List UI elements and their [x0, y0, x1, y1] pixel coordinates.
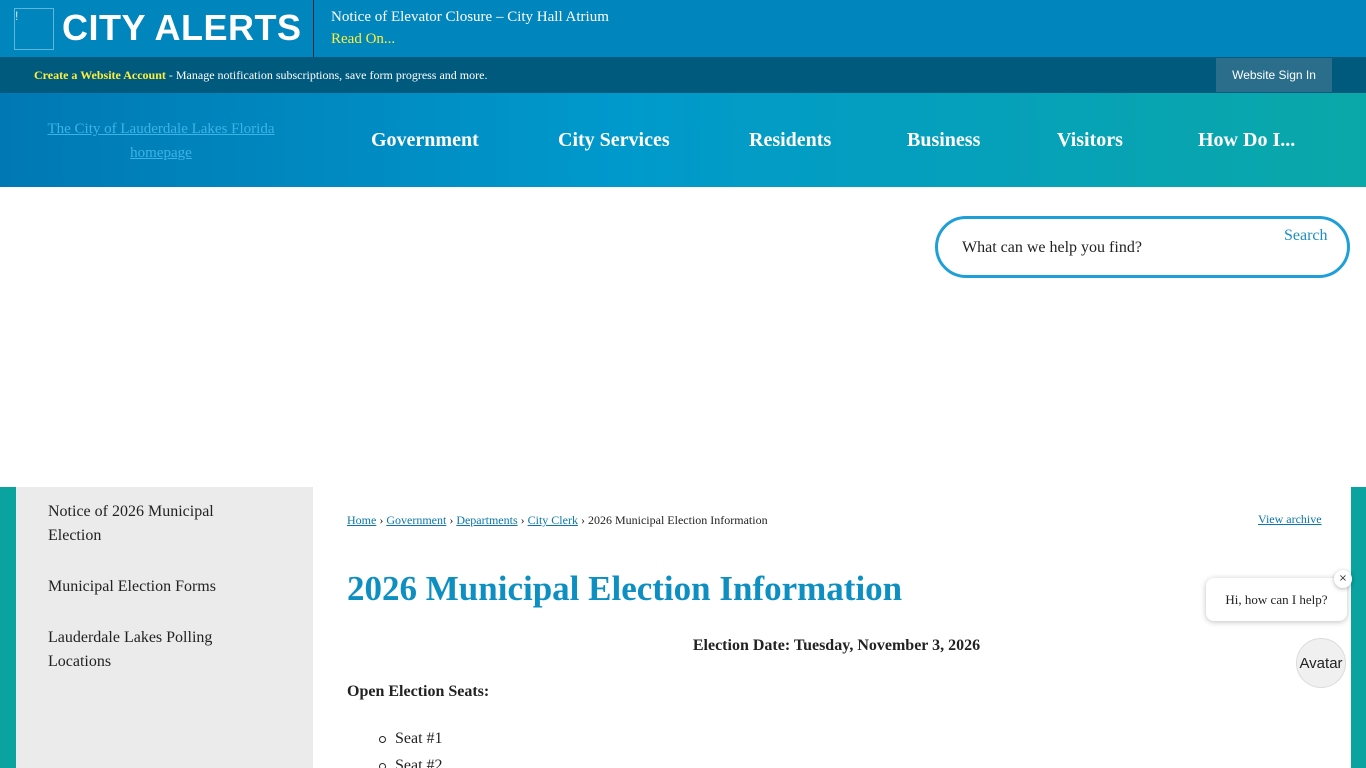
- breadcrumb-city-clerk[interactable]: City Clerk: [528, 513, 578, 527]
- city-logo-link[interactable]: The City of Lauderdale Lakes Florida hom…: [16, 117, 306, 165]
- nav-visitors[interactable]: Visitors: [1057, 129, 1123, 151]
- sidebar-item-forms[interactable]: Municipal Election Forms: [48, 575, 248, 599]
- chat-greeting-bubble[interactable]: Hi, how can I help?: [1206, 578, 1347, 621]
- city-alerts-title[interactable]: CITY ALERTS: [62, 8, 302, 48]
- breadcrumb-home[interactable]: Home: [347, 513, 376, 527]
- sidebar-item-polling[interactable]: Lauderdale Lakes Polling Locations: [48, 626, 248, 674]
- sidebar-nav: Notice of 2026 Municipal Election Munici…: [16, 487, 313, 768]
- city-alerts-bar: ! CITY ALERTS Notice of Elevator Closure…: [0, 0, 1366, 57]
- nav-government[interactable]: Government: [371, 129, 479, 151]
- chat-avatar-button[interactable]: Avatar: [1296, 638, 1346, 688]
- main-navigation: The City of Lauderdale Lakes Florida hom…: [0, 93, 1366, 187]
- search-input[interactable]: [962, 237, 1262, 259]
- breadcrumb-separator: ›: [449, 513, 454, 527]
- open-seats-label: Open Election Seats:: [347, 683, 490, 700]
- alert-divider: [313, 0, 314, 57]
- election-date: Election Date: Tuesday, November 3, 2026: [692, 637, 981, 654]
- account-bar: Create a Website Account - Manage notifi…: [0, 57, 1366, 93]
- create-account-link[interactable]: Create a Website Account: [34, 68, 166, 82]
- nav-residents[interactable]: Residents: [749, 129, 831, 151]
- nav-business[interactable]: Business: [907, 129, 980, 151]
- breadcrumb-government[interactable]: Government: [386, 513, 446, 527]
- site-search: Search: [935, 216, 1350, 278]
- breadcrumb-current: 2026 Municipal Election Information: [587, 513, 768, 527]
- logo-alt-text: The City of Lauderdale Lakes Florida hom…: [47, 121, 275, 161]
- nav-how-do-i[interactable]: How Do I...: [1198, 129, 1295, 151]
- search-button[interactable]: Search: [1284, 227, 1328, 245]
- account-info: Create a Website Account - Manage notifi…: [34, 68, 487, 82]
- sidebar-item-notice[interactable]: Notice of 2026 Municipal Election: [48, 500, 248, 548]
- nav-city-services[interactable]: City Services: [558, 129, 670, 151]
- website-sign-in-button[interactable]: Website Sign In: [1216, 58, 1332, 92]
- breadcrumb-separator: ›: [379, 513, 384, 527]
- view-archive-link[interactable]: View archive: [1258, 511, 1322, 527]
- breadcrumb-separator: ›: [580, 513, 585, 527]
- alert-image-icon: !: [14, 8, 54, 50]
- breadcrumb-departments[interactable]: Departments: [456, 513, 517, 527]
- account-description: - Manage notification subscriptions, sav…: [165, 68, 488, 82]
- close-icon[interactable]: ×: [1334, 570, 1352, 588]
- list-item: Seat #2: [379, 756, 443, 768]
- left-accent-stripe: [0, 487, 16, 768]
- list-item: Seat #1: [379, 730, 443, 747]
- breadcrumb-separator: ›: [520, 513, 525, 527]
- alert-read-on-link[interactable]: Read On...: [331, 30, 395, 48]
- seat-list: Seat #1 Seat #2: [379, 729, 443, 768]
- right-accent-stripe: [1351, 487, 1366, 768]
- alert-message[interactable]: Notice of Elevator Closure – City Hall A…: [331, 8, 609, 26]
- page-title: 2026 Municipal Election Information: [347, 569, 903, 608]
- breadcrumb: Home › Government › Departments › City C…: [347, 512, 768, 528]
